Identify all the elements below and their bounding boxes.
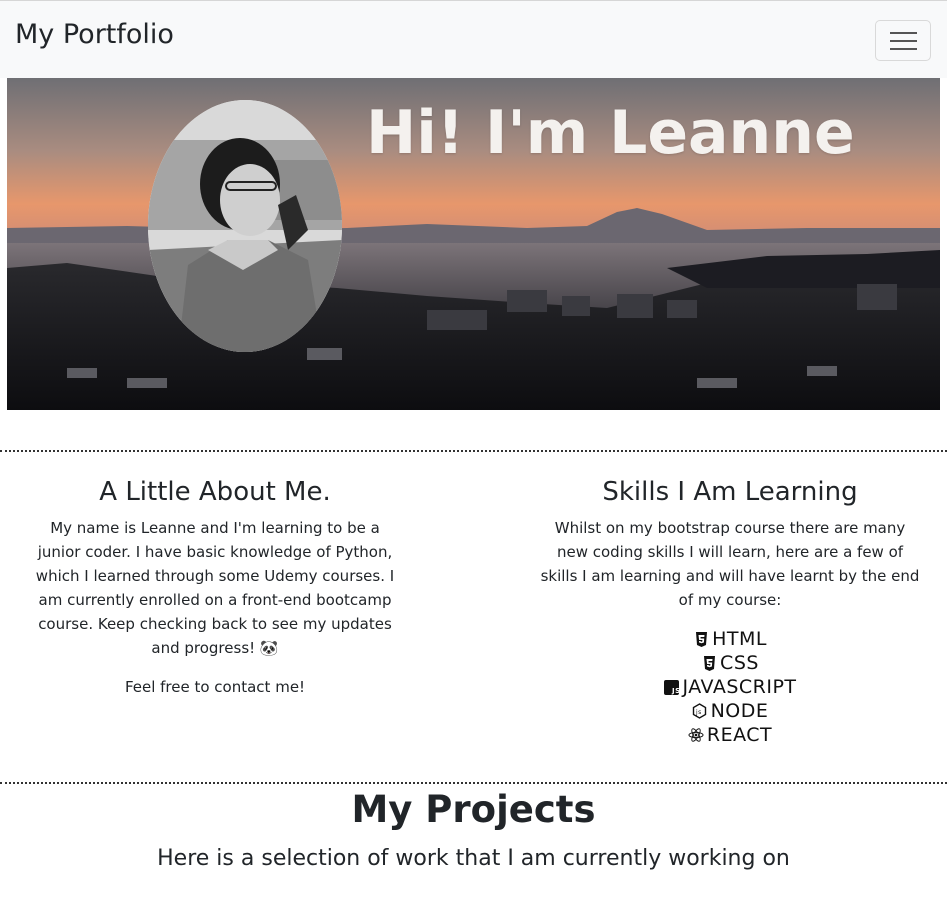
hero-banner: Hi! I'm Leanne [7, 78, 940, 410]
skill-label: NODE [710, 700, 769, 722]
skill-html: HTML [540, 627, 920, 651]
projects-subheading: Here is a selection of work that I am cu… [157, 846, 790, 871]
about-heading: A Little About Me. [99, 477, 331, 507]
skill-label: REACT [706, 724, 773, 746]
javascript-icon: JS [663, 679, 679, 695]
skills-section: Skills I Am Learning Whilst on my bootst… [540, 477, 920, 747]
skill-javascript: JS JAVASCRIPT [540, 675, 920, 699]
about-section: A Little About Me. My name is Leanne and… [28, 477, 402, 699]
navbar-toggler-button[interactable] [875, 20, 931, 61]
about-text: My name is Leanne and I'm learning to be… [35, 519, 395, 657]
react-icon [688, 727, 704, 743]
skill-label: JAVASCRIPT [682, 676, 797, 698]
skills-heading: Skills I Am Learning [602, 477, 858, 507]
skill-react: REACT [540, 723, 920, 747]
contact-text: Feel free to contact me! [124, 678, 306, 696]
projects-heading: My Projects [351, 788, 596, 831]
svg-text:JS: JS [671, 687, 679, 695]
navbar: My Portfolio [0, 1, 947, 78]
navbar-brand[interactable]: My Portfolio [15, 19, 174, 50]
skill-label: CSS [720, 652, 759, 674]
section-divider [0, 782, 947, 784]
html5-icon [693, 631, 709, 647]
skills-text: Whilst on my bootstrap course there are … [540, 519, 920, 609]
profile-photo [148, 100, 342, 352]
skills-list: HTML CSS JS JAVASCRIPT js NODE REACT [540, 627, 920, 747]
css3-icon [701, 655, 717, 671]
hero-title: Hi! I'm Leanne [366, 98, 855, 168]
skill-label: HTML [712, 628, 767, 650]
skill-node: js NODE [540, 699, 920, 723]
nodejs-icon: js [692, 703, 708, 719]
svg-text:js: js [695, 709, 702, 716]
skill-css: CSS [540, 651, 920, 675]
section-divider [0, 450, 947, 452]
